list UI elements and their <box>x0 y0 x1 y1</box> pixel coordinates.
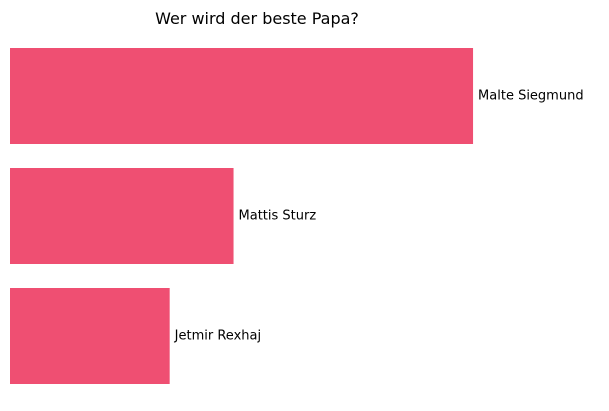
chart: Wer wird der beste Papa? Malte Siegmund M… <box>10 9 584 384</box>
bar-label-0: Malte Siegmund <box>478 89 584 104</box>
bar-label-1: Mattis Sturz <box>239 209 317 224</box>
bar-label-2: Jetmir Rexhaj <box>174 329 261 344</box>
chart-title: Wer wird der beste Papa? <box>155 9 359 28</box>
bar-1 <box>10 168 234 264</box>
bar-2 <box>10 288 170 384</box>
bar-0 <box>10 48 474 144</box>
